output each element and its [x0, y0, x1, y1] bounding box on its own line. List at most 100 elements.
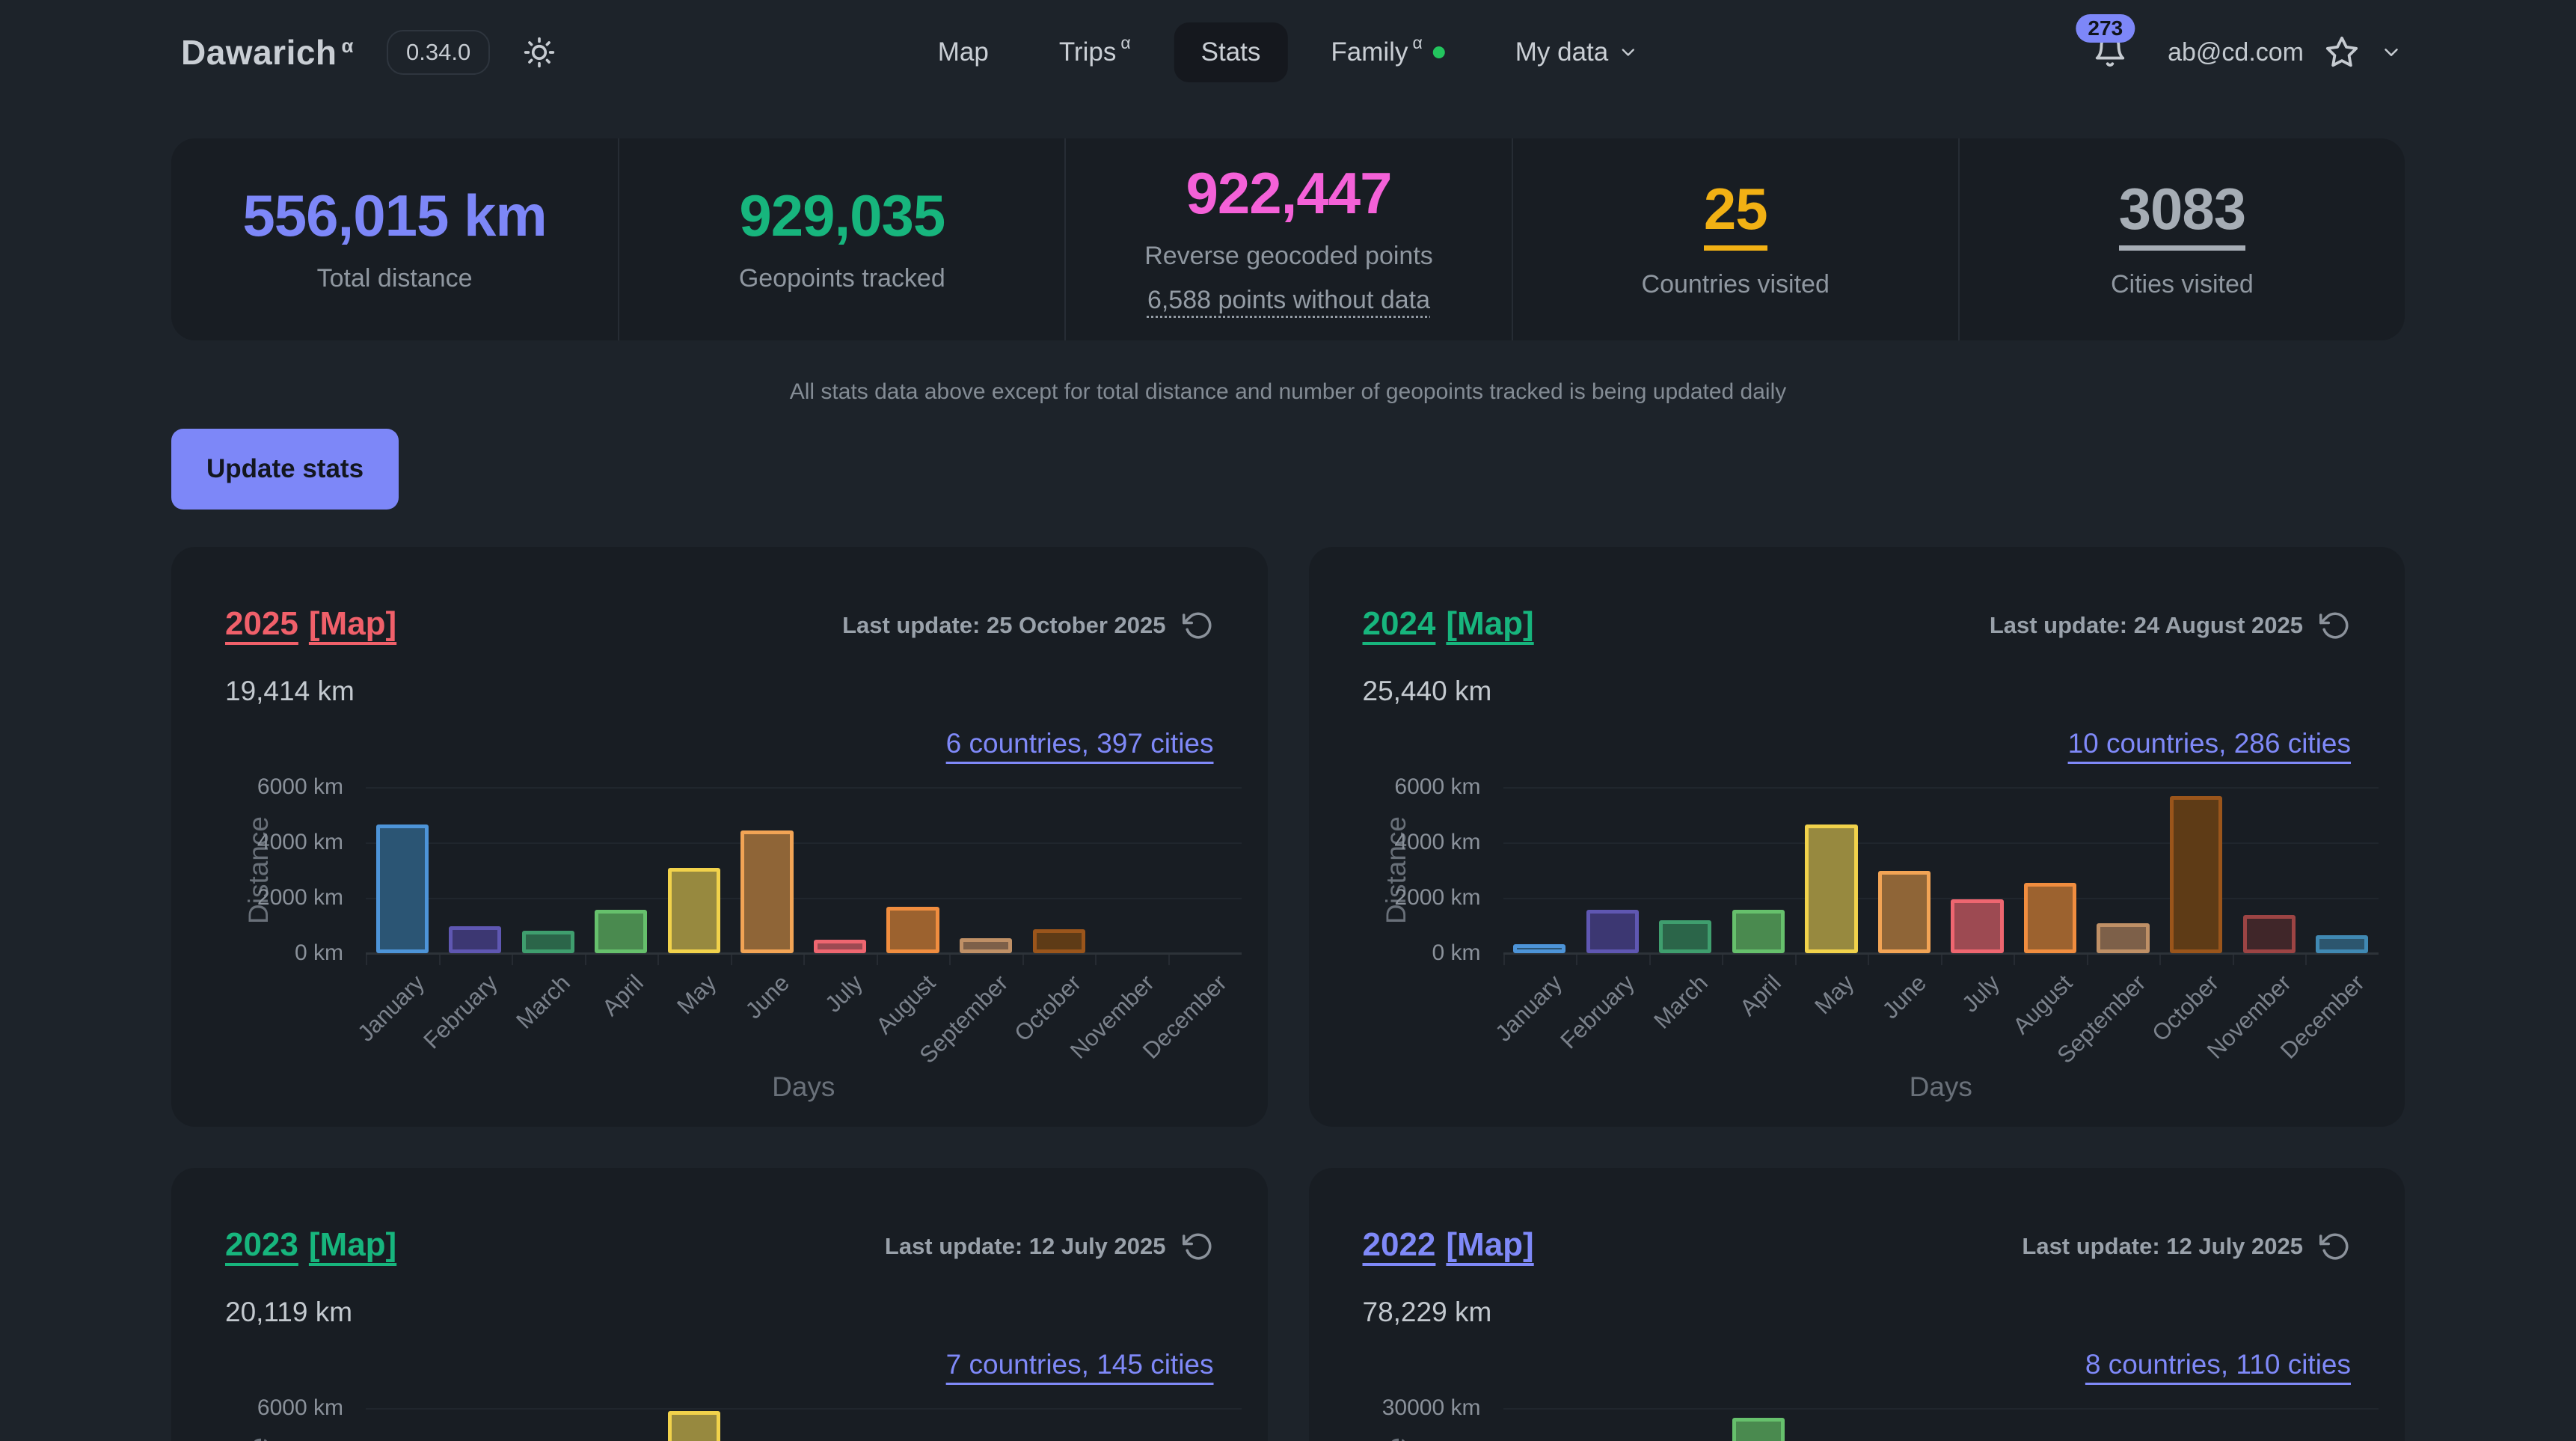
- bar-october[interactable]: [2170, 796, 2222, 953]
- user-menu-chevron-icon[interactable]: [2380, 41, 2402, 64]
- bar-september[interactable]: [960, 938, 1012, 953]
- countries-cities-link[interactable]: 8 countries, 110 cities: [2085, 1349, 2351, 1380]
- refresh-icon[interactable]: [1183, 610, 1214, 641]
- bar-february[interactable]: [449, 926, 501, 953]
- year-card-2022: 2022 [Map] Last update: 12 July 2025 78,…: [1309, 1168, 2405, 1441]
- nav-item-family[interactable]: Familyα: [1304, 22, 1471, 82]
- x-tick-mark: [1022, 955, 1024, 965]
- family-online-dot: [1433, 46, 1445, 58]
- stat-countries-visited: 25 Countries visited: [1512, 138, 1958, 340]
- x-tick-label-september: September: [915, 970, 1014, 1069]
- x-tick-label-august: August: [871, 970, 941, 1040]
- year-link[interactable]: 2025: [225, 605, 298, 643]
- stat-label: Geopoints tracked: [739, 264, 945, 293]
- nav-item-map[interactable]: Map: [911, 22, 1016, 82]
- gridline: [1503, 842, 2379, 844]
- year-link[interactable]: 2024: [1363, 605, 1436, 643]
- year-map-link[interactable]: [Map]: [1446, 605, 1533, 643]
- last-update-label: Last update: 24 August 2025: [1990, 612, 2303, 639]
- x-tick-mark: [1168, 955, 1170, 965]
- y-tick-label: 2000 km: [257, 885, 343, 911]
- x-tick-mark: [2159, 955, 2161, 965]
- x-tick-label-august: August: [2008, 970, 2079, 1040]
- nav-item-my-data[interactable]: My data: [1488, 22, 1666, 82]
- year-distance: 19,414 km: [225, 676, 1214, 707]
- bar-january[interactable]: [376, 824, 429, 953]
- year-map-link[interactable]: [Map]: [309, 605, 396, 643]
- bar-may[interactable]: [1805, 824, 1857, 953]
- x-tick-label-may: May: [1809, 970, 1859, 1020]
- stat-label: Reverse geocoded points: [1144, 242, 1433, 271]
- x-tick-label-june: June: [740, 970, 795, 1024]
- last-update-label: Last update: 12 July 2025: [2022, 1233, 2303, 1260]
- bar-may[interactable]: [668, 868, 720, 953]
- countries-cities-link[interactable]: 7 countries, 145 cities: [946, 1349, 1214, 1380]
- nav-item-trips[interactable]: Tripsα: [1032, 22, 1158, 82]
- gridline: [1503, 1408, 2379, 1410]
- stat-label: Countries visited: [1642, 270, 1830, 299]
- refresh-icon[interactable]: [2319, 610, 2351, 641]
- y-tick-label: 0 km: [1432, 940, 1480, 966]
- bar-march[interactable]: [1659, 920, 1711, 953]
- bar-april[interactable]: [1732, 1418, 1785, 1441]
- x-tick-label-february: February: [1556, 970, 1640, 1054]
- x-tick-mark: [731, 955, 732, 965]
- stat-value: 3083: [2119, 180, 2246, 251]
- y-tick-label: 6000 km: [257, 774, 343, 800]
- notifications-button[interactable]: 273: [2093, 34, 2127, 72]
- year-distance: 25,440 km: [1363, 676, 2352, 707]
- bar-april[interactable]: [595, 910, 647, 953]
- theme-toggle-sun-icon[interactable]: [523, 36, 556, 69]
- bar-october[interactable]: [1033, 929, 1085, 953]
- bar-august[interactable]: [2024, 883, 2076, 953]
- year-title: 2024 [Map]: [1363, 605, 1534, 643]
- stat-value: 929,035: [739, 186, 945, 245]
- countries-cities-link[interactable]: 10 countries, 286 cities: [2068, 728, 2351, 759]
- stat-geopoints-tracked: 929,035 Geopoints tracked: [618, 138, 1064, 340]
- bar-february[interactable]: [1586, 910, 1639, 953]
- year-map-link[interactable]: [Map]: [1446, 1226, 1533, 1264]
- x-tick-mark: [2305, 955, 2307, 965]
- refresh-icon[interactable]: [2319, 1231, 2351, 1262]
- x-tick-mark: [2014, 955, 2015, 965]
- x-tick-label-march: March: [512, 970, 576, 1034]
- year-link[interactable]: 2023: [225, 1226, 298, 1264]
- bar-june[interactable]: [1878, 871, 1931, 953]
- year-card-2023: 2023 [Map] Last update: 12 July 2025 20,…: [171, 1168, 1268, 1441]
- y-tick-label: 6000 km: [257, 1395, 343, 1421]
- update-stats-button[interactable]: Update stats: [171, 429, 399, 510]
- bar-april[interactable]: [1732, 910, 1785, 953]
- star-icon[interactable]: [2325, 35, 2359, 70]
- x-tick-mark: [1722, 955, 1723, 965]
- bar-july[interactable]: [1951, 899, 2003, 953]
- bar-may[interactable]: [668, 1411, 720, 1441]
- x-tick-mark: [1095, 955, 1097, 965]
- x-tick-mark: [877, 955, 878, 965]
- bar-june[interactable]: [740, 830, 793, 953]
- app-title: Dawarichα: [181, 32, 354, 73]
- year-link[interactable]: 2022: [1363, 1226, 1436, 1264]
- x-tick-mark: [439, 955, 441, 965]
- y-tick-label: 0 km: [295, 940, 343, 966]
- points-without-data-link[interactable]: 6,588 points without data: [1147, 286, 1430, 315]
- nav-item-stats[interactable]: Stats: [1174, 22, 1288, 82]
- x-tick-label-march: March: [1649, 970, 1713, 1034]
- bar-december[interactable]: [2316, 935, 2368, 953]
- countries-cities-link[interactable]: 6 countries, 397 cities: [946, 728, 1214, 759]
- refresh-icon[interactable]: [1183, 1231, 1214, 1262]
- x-tick-label-december: December: [1138, 970, 1233, 1065]
- bar-august[interactable]: [886, 907, 939, 953]
- chart-plot-area: Distance0 km2000 km4000 km6000 kmJanuary…: [1503, 787, 2379, 953]
- year-map-link[interactable]: [Map]: [309, 1226, 396, 1264]
- y-tick-label: 2000 km: [1394, 885, 1480, 911]
- x-tick-mark: [512, 955, 513, 965]
- x-tick-label-october: October: [2147, 970, 2224, 1047]
- bar-november[interactable]: [2243, 915, 2296, 953]
- x-axis-label: Days: [366, 1071, 1242, 1103]
- bar-march[interactable]: [522, 931, 574, 953]
- stat-value: 556,015 km: [242, 186, 546, 245]
- version-badge: 0.34.0: [387, 30, 490, 75]
- bar-january[interactable]: [1513, 944, 1565, 953]
- bar-september[interactable]: [2097, 923, 2149, 953]
- bar-july[interactable]: [814, 940, 866, 953]
